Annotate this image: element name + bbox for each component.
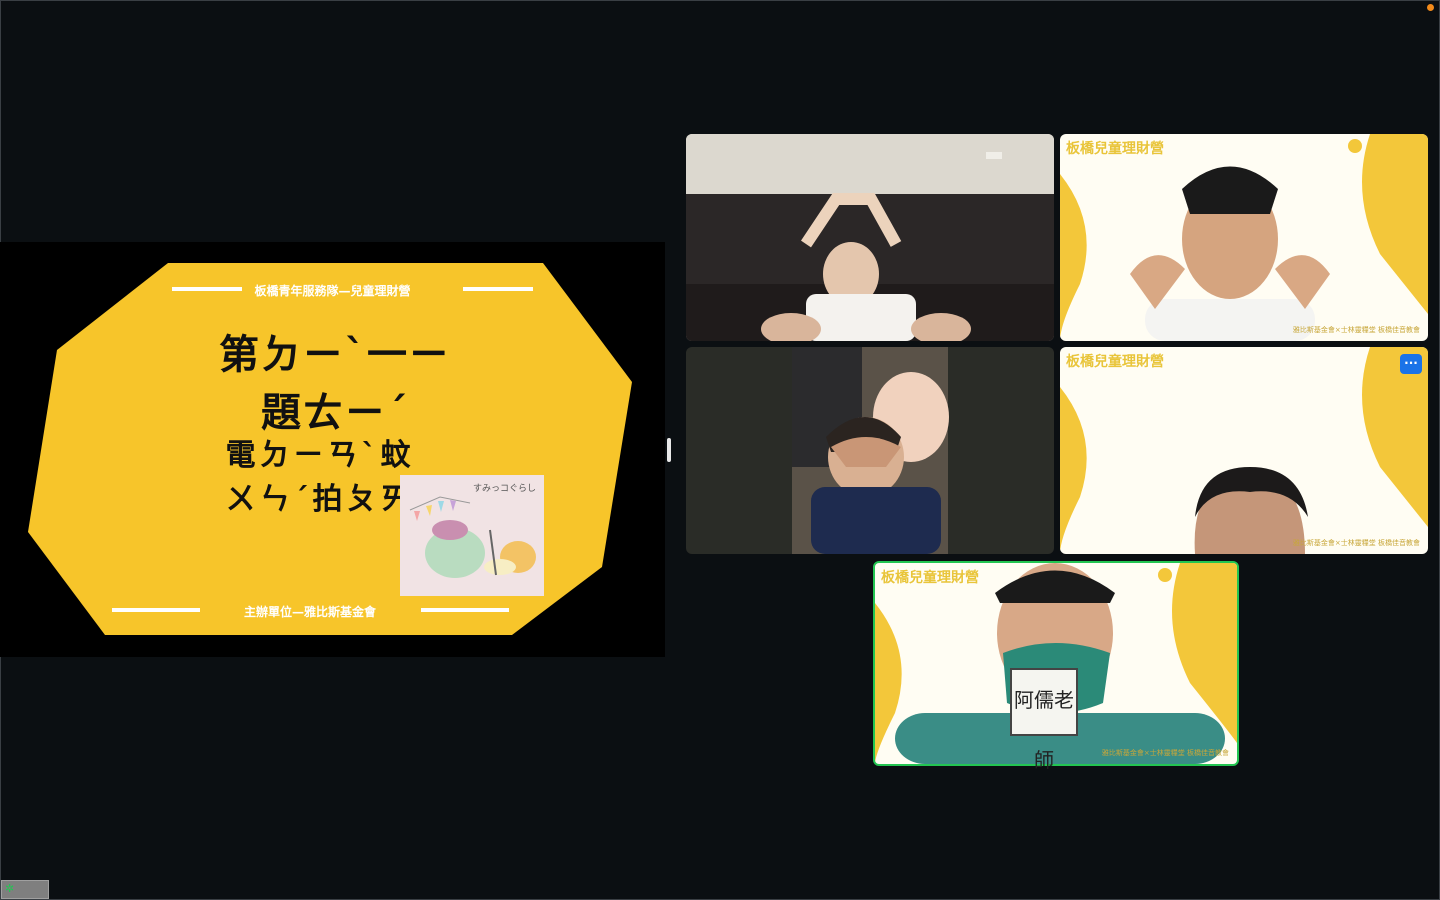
- background-caption: 雅比斯基金會×士林靈糧堂 板橋佳音教會: [1292, 539, 1420, 547]
- name-badge: 阿儒老師: [1010, 668, 1078, 772]
- participant-video-2: [1060, 134, 1428, 341]
- slide-question-word: 電ㄉㄧㄢˋ蚊ㄨㄣˊ拍ㄆㄞ: [225, 438, 415, 517]
- recording-indicator-icon: [1427, 4, 1434, 11]
- background-caption: 雅比斯基金會×士林靈糧堂 板橋佳音教會: [1101, 749, 1229, 757]
- taskbar-app-button[interactable]: ✲: [1, 880, 49, 899]
- participant-video-1: [686, 134, 1054, 341]
- background-title: 板橋兒童理財營: [1066, 354, 1164, 370]
- background-title: 板橋兒童理財營: [881, 570, 979, 586]
- participant-video-3: [792, 347, 949, 554]
- slide-header: 板橋青年服務隊—兒童理財營: [254, 284, 411, 298]
- slide-footer: 主辦單位—雅比斯基金會: [243, 605, 376, 619]
- video-tile-3[interactable]: [686, 347, 1054, 554]
- video-tile-4[interactable]: 板橋兒童理財營 雅比斯基金會×士林靈糧堂 板橋佳音教會 ···: [1060, 347, 1428, 554]
- background-caption: 雅比斯基金會×士林靈糧堂 板橋佳音教會: [1292, 326, 1420, 334]
- video-tile-2[interactable]: 板橋兒童理財營 雅比斯基金會×士林靈糧堂 板橋佳音教會: [1060, 134, 1428, 341]
- slide-title: 第ㄉㄧˋ一ㄧ題ㄊㄧˊ: [219, 332, 451, 436]
- participant-video-4: [1060, 347, 1428, 554]
- more-options-button[interactable]: ···: [1400, 354, 1422, 374]
- sticker-caption: すみっコぐらし: [472, 484, 536, 494]
- sticker-image: すみっコぐらし: [400, 475, 544, 596]
- video-tile-1[interactable]: [686, 134, 1054, 341]
- app-icon: ✲: [5, 882, 15, 895]
- split-view-handle[interactable]: [667, 438, 671, 462]
- background-title: 板橋兒童理財營: [1066, 141, 1164, 157]
- shared-screen[interactable]: 板橋青年服務隊—兒童理財營 第ㄉㄧˋ一ㄧ題ㄊㄧˊ 電ㄉㄧㄢˋ蚊ㄨㄣˊ拍ㄆㄞ すみ…: [0, 242, 665, 657]
